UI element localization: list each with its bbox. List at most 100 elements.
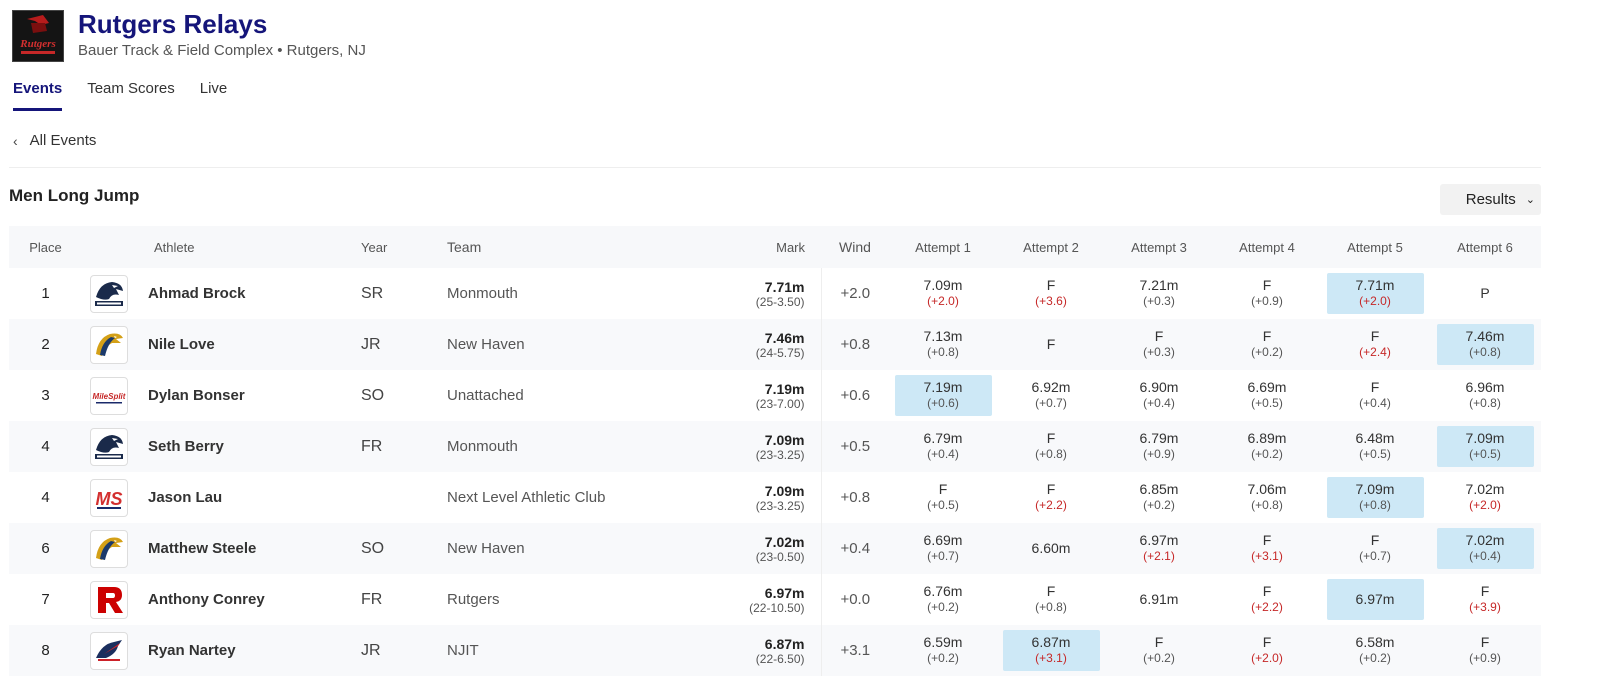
attempt-mark: 6.69m bbox=[1247, 379, 1287, 395]
tab-events[interactable]: Events bbox=[13, 80, 63, 111]
athlete-name[interactable]: Ahmad Brock bbox=[144, 268, 361, 319]
team-name[interactable]: New Haven bbox=[447, 319, 692, 370]
attempt-wind: (+2.0) bbox=[1359, 294, 1391, 308]
team-name[interactable]: NJIT bbox=[447, 625, 692, 676]
attempt-3-cell: 6.97m (+2.1) bbox=[1105, 523, 1213, 574]
team-name[interactable]: Unattached bbox=[447, 370, 692, 421]
year-cell: JR bbox=[361, 641, 381, 659]
attempt-6-cell: 7.46m (+0.8) bbox=[1429, 319, 1541, 370]
attempt-wind: (+0.4) bbox=[927, 447, 959, 461]
attempt: 6.96m (+0.8) bbox=[1437, 375, 1534, 416]
svg-text:MS: MS bbox=[96, 489, 123, 509]
team-name[interactable]: New Haven bbox=[447, 523, 692, 574]
team-name[interactable]: Monmouth bbox=[447, 268, 692, 319]
tab-live[interactable]: Live bbox=[200, 80, 228, 111]
attempt: F (+0.8) bbox=[1003, 579, 1100, 620]
best-attempt: 6.87m (+3.1) bbox=[1002, 630, 1100, 671]
table-row[interactable]: 2 Nile Love JR New Haven 7.46m (24-5.75) +0.8 7… bbox=[9, 319, 1541, 370]
attempt-mark: 7.02m bbox=[1465, 481, 1505, 497]
attempt-5-cell: 7.71m (+2.0) bbox=[1321, 268, 1429, 319]
attempt-mark: F bbox=[938, 481, 948, 497]
best-attempt: 7.71m (+2.0) bbox=[1326, 273, 1424, 314]
attempt-mark: F bbox=[1046, 430, 1056, 446]
mark-metric: 6.97m bbox=[764, 584, 805, 601]
place-cell: 4 bbox=[41, 489, 50, 506]
mark-metric: 7.19m bbox=[764, 380, 805, 397]
attempt-1-cell: 6.76m (+0.2) bbox=[889, 574, 997, 625]
table-row[interactable]: 1 Ahmad Brock SR Monmouth 7.71m (25-3.50) +2.0… bbox=[9, 268, 1541, 319]
attempt: F (+0.8) bbox=[1003, 426, 1100, 467]
athlete-name[interactable]: Jason Lau bbox=[144, 472, 361, 523]
all-events-link[interactable]: ‹ All Events bbox=[13, 132, 96, 149]
attempt-wind: (+2.0) bbox=[927, 294, 959, 308]
attempt-6-cell: 6.96m (+0.8) bbox=[1429, 370, 1541, 421]
best-attempt: 7.19m (+0.6) bbox=[894, 375, 992, 416]
team-name[interactable]: Rutgers bbox=[447, 574, 692, 625]
wind-cell: +0.8 bbox=[840, 336, 871, 353]
meet-tabs: Events Team Scores Live bbox=[13, 80, 252, 111]
mark-cell: 7.71m (25-3.50) bbox=[692, 268, 822, 319]
attempt: F (+0.5) bbox=[895, 477, 992, 518]
athlete-name[interactable]: Ryan Nartey bbox=[144, 625, 361, 676]
wind-cell: +3.1 bbox=[840, 642, 871, 659]
attempt: F (+0.3) bbox=[1111, 324, 1208, 365]
new-haven-charger-icon bbox=[90, 529, 128, 568]
attempt: F bbox=[1003, 324, 1100, 365]
attempt-wind: (+0.8) bbox=[1469, 345, 1501, 359]
attempt-6-cell: P bbox=[1429, 268, 1541, 319]
attempt: F (+3.6) bbox=[1003, 273, 1100, 314]
results-view-label: Results bbox=[1465, 191, 1516, 208]
attempt-2-cell: 6.60m bbox=[997, 523, 1105, 574]
table-row[interactable]: 4 Seth Berry FR Monmouth 7.09m (23-3.25) +0.5 6… bbox=[9, 421, 1541, 472]
attempt-mark: F bbox=[1480, 583, 1490, 599]
mark-cell: 6.97m (22-10.50) bbox=[692, 574, 822, 625]
year-cell: JR bbox=[361, 335, 381, 353]
col-attempt-3: Attempt 3 bbox=[1131, 239, 1187, 255]
athlete-name[interactable]: Anthony Conrey bbox=[144, 574, 361, 625]
new-haven-charger-icon bbox=[90, 325, 128, 364]
attempt-wind: (+0.4) bbox=[1469, 549, 1501, 563]
best-attempt: 6.97m bbox=[1326, 579, 1424, 620]
wind-cell: +0.8 bbox=[840, 489, 871, 506]
attempt: 6.97m (+2.1) bbox=[1111, 528, 1208, 569]
athlete-name[interactable]: Matthew Steele bbox=[144, 523, 361, 574]
attempt-wind: (+0.5) bbox=[1359, 447, 1391, 461]
wind-cell: +0.0 bbox=[840, 591, 871, 608]
attempt-2-cell: F (+0.8) bbox=[997, 421, 1105, 472]
attempt: 6.48m (+0.5) bbox=[1327, 426, 1424, 467]
attempt-mark: F bbox=[1262, 532, 1272, 548]
attempt-mark: F bbox=[1262, 583, 1272, 599]
attempt-3-cell: 7.21m (+0.3) bbox=[1105, 268, 1213, 319]
mark-cell: 7.19m (23-7.00) bbox=[692, 370, 822, 421]
team-name[interactable]: Next Level Athletic Club bbox=[447, 472, 692, 523]
table-row[interactable]: 8 Ryan Nartey JR NJIT 6.87m (22-6.50) +3.1 6.59… bbox=[9, 625, 1541, 676]
results-view-select[interactable]: Results ⌄ bbox=[1440, 184, 1541, 215]
attempt-mark: 6.92m bbox=[1031, 379, 1071, 395]
athlete-name[interactable]: Dylan Bonser bbox=[144, 370, 361, 421]
attempt-mark: 7.21m bbox=[1139, 277, 1179, 293]
best-attempt: 7.09m (+0.5) bbox=[1436, 426, 1534, 467]
table-row[interactable]: 7 Anthony Conrey FR Rutgers 6.97m (22-10.50) +… bbox=[9, 574, 1541, 625]
attempt-wind: (+0.7) bbox=[1035, 396, 1067, 410]
attempt-wind: (+0.8) bbox=[1035, 447, 1067, 461]
mark-imperial: (23-0.50) bbox=[755, 549, 805, 564]
attempt-wind: (+0.2) bbox=[1251, 345, 1283, 359]
col-attempt-1: Attempt 1 bbox=[915, 239, 971, 255]
team-name[interactable]: Monmouth bbox=[447, 421, 692, 472]
tab-team-scores[interactable]: Team Scores bbox=[87, 80, 175, 111]
table-row[interactable]: 6 Matthew Steele SO New Haven 7.02m (23-0.50)… bbox=[9, 523, 1541, 574]
table-row[interactable]: 4 MS Jason Lau Next Level Athletic Club 7.09… bbox=[9, 472, 1541, 523]
athlete-name[interactable]: Seth Berry bbox=[144, 421, 361, 472]
mark-imperial: (22-6.50) bbox=[755, 651, 805, 666]
attempt: 6.60m bbox=[1003, 528, 1100, 569]
mark-imperial: (22-10.50) bbox=[749, 600, 805, 615]
attempt-mark: 6.96m bbox=[1465, 379, 1505, 395]
attempt-wind: (+0.2) bbox=[1143, 651, 1175, 665]
athlete-name[interactable]: Nile Love bbox=[144, 319, 361, 370]
table-row[interactable]: 3 MileSplit Dylan Bonser SO Unattached 7.19m(… bbox=[9, 370, 1541, 421]
rutgers-r-icon bbox=[90, 580, 128, 619]
attempt-5-cell: 7.09m (+0.8) bbox=[1321, 472, 1429, 523]
attempt-mark: F bbox=[1262, 277, 1272, 293]
attempt-mark: 6.59m bbox=[923, 634, 963, 650]
col-mark: Mark bbox=[776, 239, 805, 255]
